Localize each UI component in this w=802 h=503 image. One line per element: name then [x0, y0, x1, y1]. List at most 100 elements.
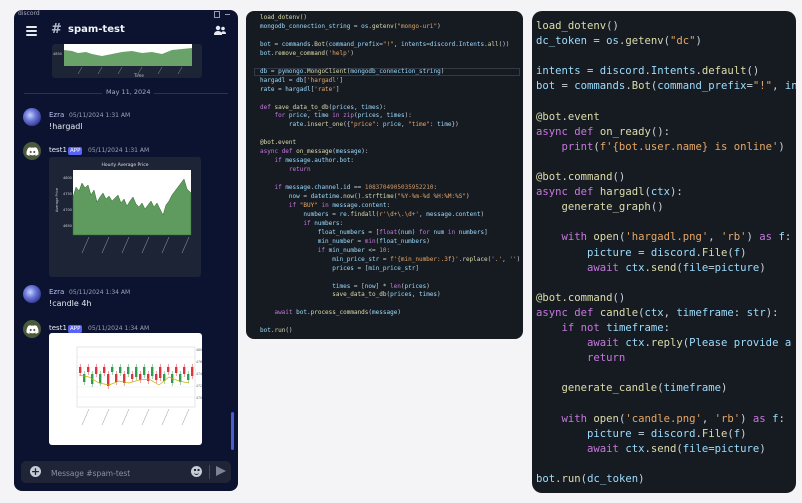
- code-line: with open('hargadl.png', 'rb') as f:: [561, 231, 792, 244]
- code-line: return: [587, 352, 626, 365]
- code-line: @bot.command(): [536, 291, 626, 304]
- code-line: if "BUY" in message.content:: [288, 201, 391, 209]
- menu-icon[interactable]: [26, 26, 37, 36]
- message-timestamp: 05/11/2024 1:34 AM: [69, 289, 131, 296]
- code-line: picture = discord.File(f): [587, 246, 747, 259]
- code-line: numbers = re.findall(r'\d+\.\d+', messag…: [303, 210, 485, 218]
- message-input[interactable]: [49, 465, 173, 481]
- code-line: dc_token = os.getenv("dc"): [536, 35, 702, 48]
- code-line: rate = hargadl['rate']: [260, 85, 340, 93]
- code-line: with open('candle.png', 'rb') as f:: [561, 412, 785, 425]
- code-line: bot.run(): [260, 327, 293, 335]
- candlestick-chart-image[interactable]: 4800 4760 4740 4720 4700: [49, 333, 202, 445]
- avatar[interactable]: [23, 142, 41, 160]
- chart-title: Hourly Average Price: [101, 162, 148, 168]
- svg-text:4650: 4650: [63, 224, 72, 228]
- svg-text:4850: 4850: [53, 52, 62, 56]
- svg-text:Average Price: Average Price: [55, 188, 59, 212]
- svg-text:4720: 4720: [196, 384, 202, 388]
- code-line: mongodb_connection_string = os.getenv("m…: [260, 22, 441, 30]
- message-text: !candle 4h: [49, 299, 92, 308]
- avatar[interactable]: [23, 320, 41, 338]
- code-line: db = pymongo.MongoClient(mongodb_connect…: [260, 67, 445, 75]
- code-line: load_dotenv(): [536, 20, 619, 32]
- code-line: load_dotenv(): [260, 14, 307, 21]
- code-line: @bot.event: [536, 110, 600, 123]
- code-editor-large[interactable]: load_dotenv() dc_token = os.getenv("dc") i…: [532, 11, 796, 493]
- minimize-icon[interactable]: [225, 14, 230, 15]
- message-composer: +: [21, 461, 231, 483]
- window-titlebar: discord: [14, 10, 238, 19]
- message-text: !hargadl: [49, 122, 83, 131]
- message-author[interactable]: test1: [49, 146, 67, 154]
- code-line: async def on_message(message):: [260, 148, 369, 156]
- svg-text:4800: 4800: [196, 348, 202, 352]
- svg-text:4700: 4700: [196, 396, 202, 400]
- discord-logo-icon: [25, 324, 39, 334]
- code-line: if message.channel.id == 108370490503595…: [274, 184, 438, 192]
- code-line: generate_candle(timeframe): [561, 382, 728, 395]
- code-line: generate_graph(): [561, 201, 664, 214]
- code-line: @bot.command(): [536, 171, 626, 183]
- message-timestamp: 05/11/2024 1:31 AM: [88, 147, 150, 154]
- discord-mobile-window: discord # spam-test Time 4850 May 11, 20…: [14, 10, 238, 491]
- previous-chart-axis-label: Time: [133, 73, 144, 78]
- code-line: def save_data_to_db(prices, times):: [260, 103, 387, 111]
- code-line: async def candle(ctx, timeframe: str):: [536, 306, 779, 319]
- code-line: now = datetime.now().strftime("%Y-%m-%d …: [288, 193, 470, 200]
- code-line: picture = discord.File(f): [587, 427, 747, 440]
- add-attachment-icon[interactable]: +: [30, 466, 41, 477]
- svg-text:4800: 4800: [63, 176, 72, 180]
- code-line: return: [288, 166, 311, 174]
- message-list[interactable]: Time 4850 May 11, 2024 Ezra 05/11/2024 1…: [14, 44, 238, 454]
- maximize-icon[interactable]: [214, 11, 220, 18]
- app-label: discord: [18, 10, 40, 17]
- scrollbar-thumb[interactable]: [231, 412, 234, 450]
- code-line: min_price_str = f'{min_number:.3f}'.repl…: [332, 255, 521, 263]
- code-line: bot.run(dc_token): [536, 473, 645, 485]
- code-line: @bot.event: [260, 139, 297, 147]
- code-line: hargadl = db['hargadl']: [260, 76, 344, 84]
- date-divider: May 11, 2024: [14, 88, 238, 98]
- code-line: await ctx.reply(Please provide a t: [587, 337, 792, 350]
- code-line: float_numbers = [float(num) for num in n…: [317, 228, 488, 236]
- channel-hash-icon: #: [51, 22, 62, 37]
- code-line: times = [now] * len(prices): [332, 282, 430, 290]
- code-line: bot = commands.Bot(command_prefix="!", i…: [260, 40, 510, 48]
- message-author[interactable]: test1: [49, 324, 67, 332]
- avatar[interactable]: [23, 108, 41, 126]
- previous-chart-image[interactable]: Time 4850: [52, 44, 202, 78]
- message-timestamp: 05/11/2024 1:31 AM: [69, 112, 131, 119]
- code-line: await bot.process_commands(message): [274, 309, 401, 317]
- svg-text:4740: 4740: [196, 372, 202, 376]
- code-line: intents = discord.Intents.default(): [536, 65, 760, 78]
- avatar[interactable]: [23, 285, 41, 303]
- send-icon[interactable]: [216, 466, 226, 476]
- app-badge: APP: [68, 147, 83, 155]
- code-line: bot.remove_command('help'): [260, 49, 354, 57]
- code-line: await ctx.send(file=picture): [587, 442, 766, 455]
- hourly-price-chart-image[interactable]: Hourly Average Price 4800 4750 4700 4650 Av…: [49, 157, 201, 277]
- code-line: await ctx.send(file=picture): [587, 261, 766, 274]
- discord-logo-icon: [25, 146, 39, 156]
- code-line: if message.author.bot:: [274, 157, 355, 165]
- code-line: for price, time in zip(prices, times):: [274, 112, 412, 120]
- members-icon[interactable]: [214, 25, 226, 36]
- svg-text:4760: 4760: [196, 360, 202, 364]
- code-line: print(f'{bot.user.name} is online'): [561, 140, 785, 153]
- message-author[interactable]: Ezra: [49, 111, 64, 119]
- code-line: save_data_to_db(prices, times): [332, 291, 441, 299]
- message-author[interactable]: Ezra: [49, 288, 64, 296]
- code-line: bot = commands.Bot(command_prefix="!", i…: [536, 80, 796, 93]
- emoji-icon[interactable]: [191, 466, 202, 477]
- code-line: rate.insert_one({"price": price, "time":…: [288, 121, 459, 129]
- code-line: if min_number <= 10:: [317, 246, 391, 254]
- code-line: if numbers:: [303, 219, 344, 227]
- code-line: prices = [min_price_str]: [332, 264, 419, 272]
- svg-text:4750: 4750: [63, 192, 72, 196]
- code-line: min_number = min(float_numbers): [317, 237, 430, 245]
- code-line: async def on_ready():: [536, 125, 670, 138]
- channel-header: # spam-test: [14, 19, 238, 43]
- code-editor-small[interactable]: load_dotenv() mongodb_connection_string =…: [246, 11, 523, 339]
- app-badge: APP: [68, 325, 83, 333]
